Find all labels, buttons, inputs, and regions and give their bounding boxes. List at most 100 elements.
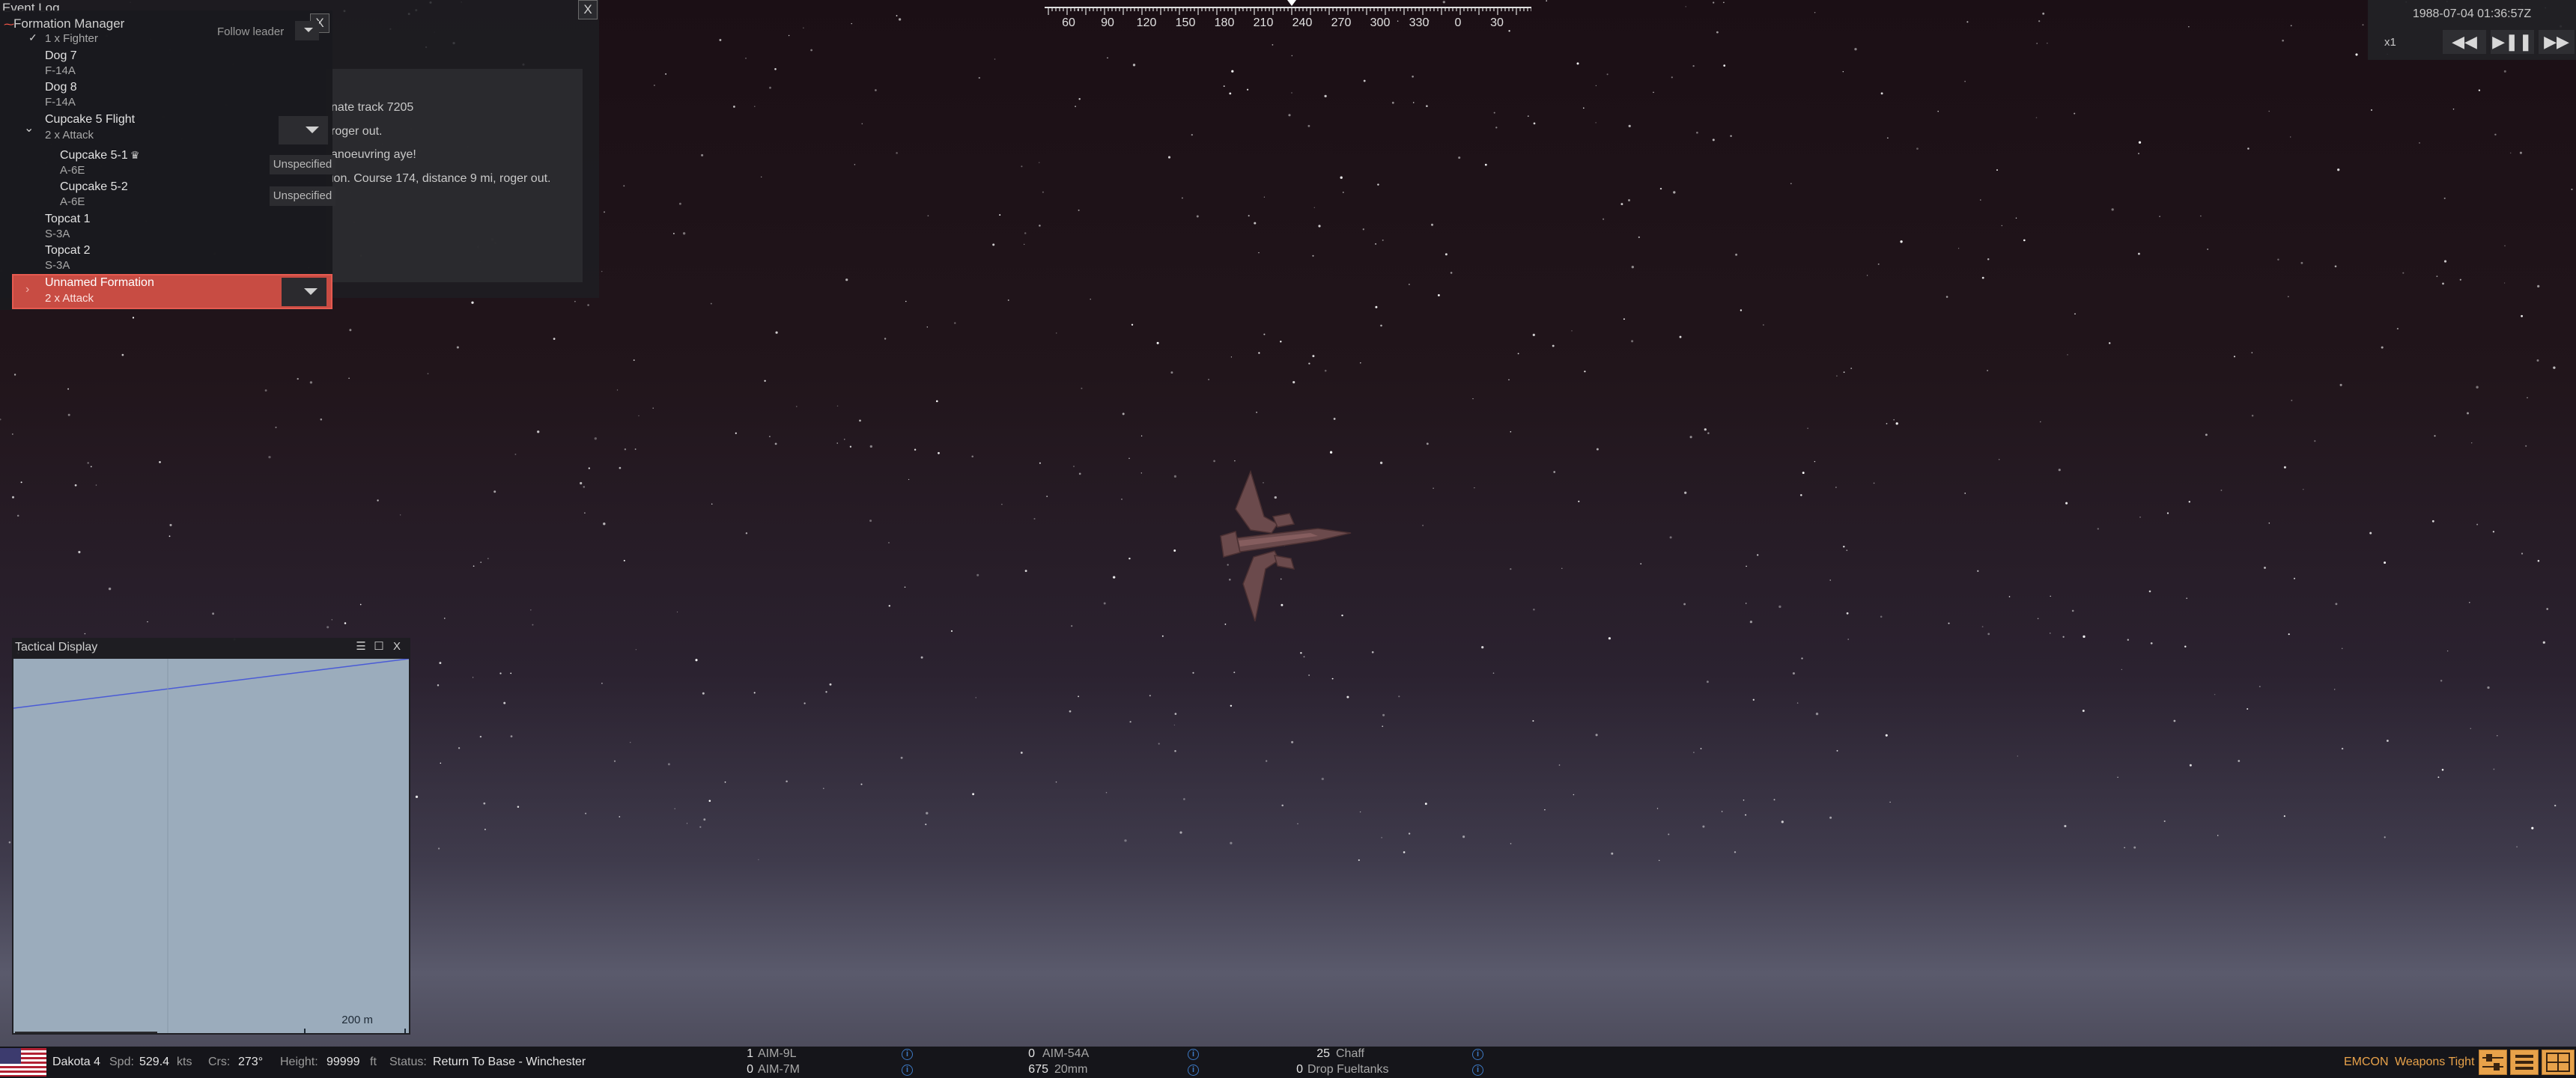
tactical-display-window: Tactical Display ☰ ☐ X 200 m ✎ ✏ ⚲ ⌫ bbox=[12, 638, 410, 1035]
aircraft-f14 bbox=[1220, 469, 1352, 621]
status-bar: Dakota 4 Spd: 529.4 kts Crs: 273° Height… bbox=[0, 1047, 2576, 1078]
list-toggle-button[interactable] bbox=[2510, 1050, 2539, 1075]
grid-icon bbox=[2546, 1053, 2570, 1072]
event-log-close-button[interactable]: X bbox=[578, 0, 598, 19]
formation-member-cupcake5-1[interactable]: Cupcake 5-1 ♛ A-6E Unspecified bbox=[10, 149, 335, 180]
group-name: Cupcake 5 Flight bbox=[45, 113, 136, 126]
weapon-name: 20mm bbox=[1054, 1063, 1088, 1076]
speed-value: 529.4 bbox=[139, 1056, 170, 1068]
formation-role-dropdown[interactable] bbox=[282, 278, 326, 306]
compass-label: 30 bbox=[1490, 16, 1504, 29]
tactical-map[interactable]: 200 m ✎ ✏ ⚲ ⌫ bbox=[13, 659, 409, 1033]
maximize-icon[interactable]: ☐ bbox=[371, 639, 386, 654]
info-icon[interactable]: i bbox=[1188, 1065, 1199, 1076]
item-sub: 2 x Attack bbox=[45, 292, 94, 305]
follow-leader-dropdown[interactable] bbox=[295, 21, 319, 40]
info-icon[interactable]: i bbox=[902, 1049, 913, 1060]
compass-label: 240 bbox=[1292, 16, 1313, 29]
height-label: Height: bbox=[280, 1056, 318, 1068]
check-icon: ✓ bbox=[28, 31, 37, 43]
us-flag-icon bbox=[0, 1048, 46, 1077]
item-type: S-3A bbox=[45, 259, 70, 272]
compass-label: 90 bbox=[1101, 16, 1114, 29]
weapons-state-button[interactable]: Weapons Tight bbox=[2395, 1056, 2474, 1069]
member-role-dropdown[interactable]: Unspecified bbox=[270, 186, 335, 206]
speed-label: Spd: bbox=[109, 1056, 134, 1068]
formation-group-cupcake5[interactable]: ⌄ Cupcake 5 Flight 2 x Attack bbox=[10, 113, 332, 146]
item-name: Topcat 1 bbox=[45, 213, 91, 225]
event-log-message: roger out. bbox=[331, 125, 383, 138]
formation-item-topcat1[interactable]: Topcat 1 S-3A bbox=[10, 213, 332, 244]
course-label: Crs: bbox=[208, 1056, 231, 1068]
weapon-qty: 0 bbox=[1296, 1063, 1303, 1076]
compass-label: 330 bbox=[1409, 16, 1430, 29]
compass-label: 150 bbox=[1175, 16, 1196, 29]
compass-label: 300 bbox=[1370, 16, 1391, 29]
follow-leader-label: Follow leader bbox=[217, 25, 285, 38]
sliders-icon bbox=[2482, 1054, 2503, 1071]
weapon-qty: 675 bbox=[1028, 1063, 1048, 1076]
tactical-display-title: Tactical Display bbox=[15, 641, 98, 654]
formation-member-cupcake5-2[interactable]: Cupcake 5-2 A-6E Unspecified bbox=[10, 180, 335, 212]
weapon-name: AIM-54A bbox=[1042, 1047, 1090, 1060]
compass-label: 180 bbox=[1214, 16, 1235, 29]
tactical-map-lines bbox=[13, 659, 409, 1033]
member-type: A-6E bbox=[60, 195, 85, 208]
status-label: Status: bbox=[389, 1056, 427, 1068]
item-name: Topcat 2 bbox=[45, 244, 91, 257]
chevron-right-icon[interactable]: › bbox=[25, 283, 29, 296]
hud-toggle-button[interactable] bbox=[2479, 1050, 2507, 1075]
group-sub: 2 x Attack bbox=[45, 129, 94, 141]
map-tools: ✎ ✏ ⚲ ⌫ bbox=[15, 1032, 157, 1033]
item-type: F-14A bbox=[45, 96, 76, 109]
weapon-name: Chaff bbox=[1336, 1047, 1364, 1060]
time-speed[interactable]: x1 bbox=[2384, 36, 2396, 49]
weapon-name: AIM-7M bbox=[758, 1063, 800, 1076]
compass-label: 210 bbox=[1253, 16, 1274, 29]
formation-manager-title: Formation Manager bbox=[13, 16, 125, 31]
menu-icon[interactable]: ☰ bbox=[353, 639, 368, 654]
item-type: F-14A bbox=[45, 64, 76, 77]
compass-label: 60 bbox=[1062, 16, 1075, 29]
course-value: 273° bbox=[238, 1056, 264, 1068]
play-pause-button[interactable]: ▶❚❚ bbox=[2491, 30, 2534, 54]
time-control-panel: 1988-07-04 01:36:57Z x1 ◀◀ ▶❚❚ ▶▶ bbox=[2368, 0, 2576, 60]
event-log-message: ion. Course 174, distance 9 mi, roger ou… bbox=[331, 172, 551, 185]
list-icon bbox=[2515, 1055, 2533, 1070]
event-log-message: nate track 7205 bbox=[331, 101, 414, 114]
weapon-qty: 0 bbox=[1028, 1047, 1035, 1060]
weapon-name: AIM-9L bbox=[758, 1047, 797, 1060]
formation-item-dog8[interactable]: Dog 8 F-14A bbox=[10, 81, 332, 112]
tactical-display-close-button[interactable]: X bbox=[389, 639, 404, 654]
member-name: Cupcake 5-2 bbox=[60, 180, 128, 193]
emcon-button[interactable]: EMCON bbox=[2344, 1056, 2389, 1069]
info-icon[interactable]: i bbox=[1472, 1049, 1483, 1060]
info-icon[interactable]: i bbox=[902, 1065, 913, 1076]
rewind-button[interactable]: ◀◀ bbox=[2443, 30, 2486, 54]
map-scale-bar bbox=[304, 1029, 406, 1033]
item-type: S-3A bbox=[45, 228, 70, 240]
group-role-dropdown[interactable] bbox=[279, 116, 328, 144]
height-unit: ft bbox=[370, 1056, 377, 1068]
formation-item-unnamed-selected[interactable]: › Unnamed Formation 2 x Attack bbox=[12, 274, 332, 309]
speed-unit: kts bbox=[177, 1056, 192, 1068]
item-sub: 1 x Fighter bbox=[45, 32, 98, 45]
formation-item-topcat2[interactable]: Topcat 2 S-3A bbox=[10, 244, 332, 275]
formation-item-dog7[interactable]: Dog 7 F-14A bbox=[10, 49, 332, 81]
item-name: Unnamed Formation bbox=[45, 276, 154, 289]
weapon-name: Drop Fueltanks bbox=[1307, 1063, 1389, 1076]
item-name: Dog 7 bbox=[45, 49, 77, 62]
chevron-down-icon[interactable]: ⌄ bbox=[24, 121, 34, 135]
info-icon[interactable]: i bbox=[1472, 1065, 1483, 1076]
formation-manager-window: ⁓ Formation Manager X Follow leader ✓ 1 … bbox=[0, 10, 335, 310]
compass-label: 270 bbox=[1331, 16, 1352, 29]
fast-forward-button[interactable]: ▶▶ bbox=[2539, 30, 2575, 54]
grid-toggle-button[interactable] bbox=[2542, 1050, 2575, 1075]
item-name: Dog 8 bbox=[45, 81, 77, 94]
compass-label: 120 bbox=[1136, 16, 1157, 29]
status-value: Return To Base - Winchester bbox=[433, 1056, 586, 1068]
compass-label: 0 bbox=[1454, 16, 1462, 29]
member-type: A-6E bbox=[60, 164, 85, 177]
member-role-dropdown[interactable]: Unspecified bbox=[270, 155, 335, 174]
info-icon[interactable]: i bbox=[1188, 1049, 1199, 1060]
